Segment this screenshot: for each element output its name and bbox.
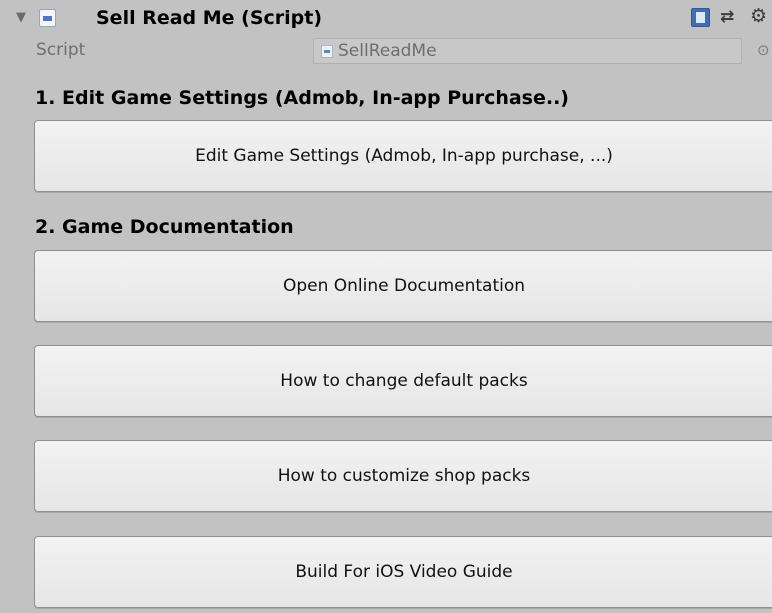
customize-shop-packs-label: How to customize shop packs (277, 466, 531, 486)
ios-video-guide-button[interactable]: Build For iOS Video Guide (34, 536, 772, 608)
edit-game-settings-button[interactable]: Edit Game Settings (Admob, In-app purcha… (34, 120, 772, 192)
section-title-game-settings: 1. Edit Game Settings (Admob, In-app Pur… (35, 87, 569, 109)
edit-game-settings-label: Edit Game Settings (Admob, In-app purcha… (195, 146, 613, 166)
change-default-packs-label: How to change default packs (280, 371, 528, 391)
foldout-arrow-icon[interactable]: ▼ (16, 11, 26, 25)
customize-shop-packs-button[interactable]: How to customize shop packs (34, 440, 772, 512)
help-icon[interactable] (691, 8, 710, 27)
ios-video-guide-label: Build For iOS Video Guide (295, 562, 513, 582)
component-header: ▼ Sell Read Me (Script) ⇄ ⚙ (0, 0, 772, 38)
script-object-field[interactable]: SellReadMe (313, 38, 742, 64)
component-title: Sell Read Me (Script) (96, 7, 323, 29)
change-default-packs-button[interactable]: How to change default packs (34, 345, 772, 417)
object-picker-icon[interactable]: ⊙ (757, 41, 770, 59)
open-online-documentation-label: Open Online Documentation (282, 276, 526, 296)
script-label: Script (36, 40, 86, 60)
section-title-documentation: 2. Game Documentation (35, 216, 294, 238)
preset-icon[interactable]: ⇄ (720, 7, 734, 27)
open-online-documentation-button[interactable]: Open Online Documentation (34, 250, 772, 322)
gear-icon[interactable]: ⚙ (750, 5, 767, 27)
cs-script-icon (39, 9, 56, 27)
script-field-value: SellReadMe (338, 41, 437, 61)
script-file-icon (321, 45, 333, 58)
